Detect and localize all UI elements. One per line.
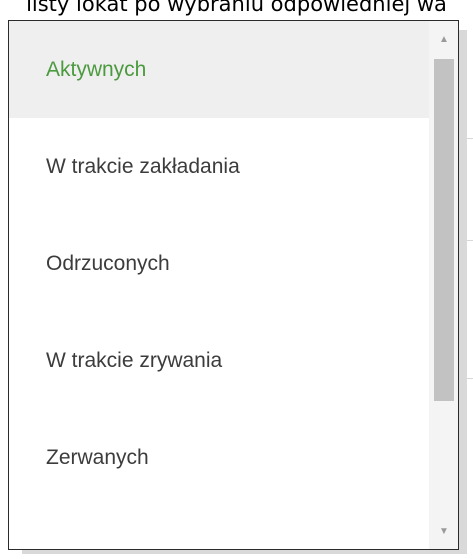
option-w-trakcie-zakladania[interactable]: W trakcie zakładania [9, 118, 429, 215]
option-list: Aktywnych W trakcie zakładania Odrzucony… [9, 21, 429, 506]
option-label: Odrzuconych [46, 251, 170, 275]
option-aktywnych[interactable]: Aktywnych [9, 21, 429, 118]
option-w-trakcie-zrywania[interactable]: W trakcie zrywania [9, 312, 429, 409]
option-label: W trakcie zakładania [46, 154, 240, 178]
scroll-up-arrow-icon[interactable]: ▲ [429, 27, 458, 51]
option-label: Zerwanych [46, 445, 149, 469]
vertical-scrollbar[interactable]: ▲ ▼ [429, 21, 458, 549]
option-zerwanych[interactable]: Zerwanych [9, 409, 429, 506]
status-dropdown-list[interactable]: Aktywnych W trakcie zakładania Odrzucony… [8, 20, 459, 550]
background-caption: listy lokat po wybraniu odpowiedniej wa [26, 0, 447, 16]
option-label: Aktywnych [46, 57, 147, 81]
option-label: W trakcie zrywania [46, 348, 223, 372]
scrollbar-thumb[interactable] [434, 59, 454, 401]
option-odrzuconych[interactable]: Odrzuconych [9, 215, 429, 312]
scroll-down-arrow-icon[interactable]: ▼ [429, 519, 458, 543]
